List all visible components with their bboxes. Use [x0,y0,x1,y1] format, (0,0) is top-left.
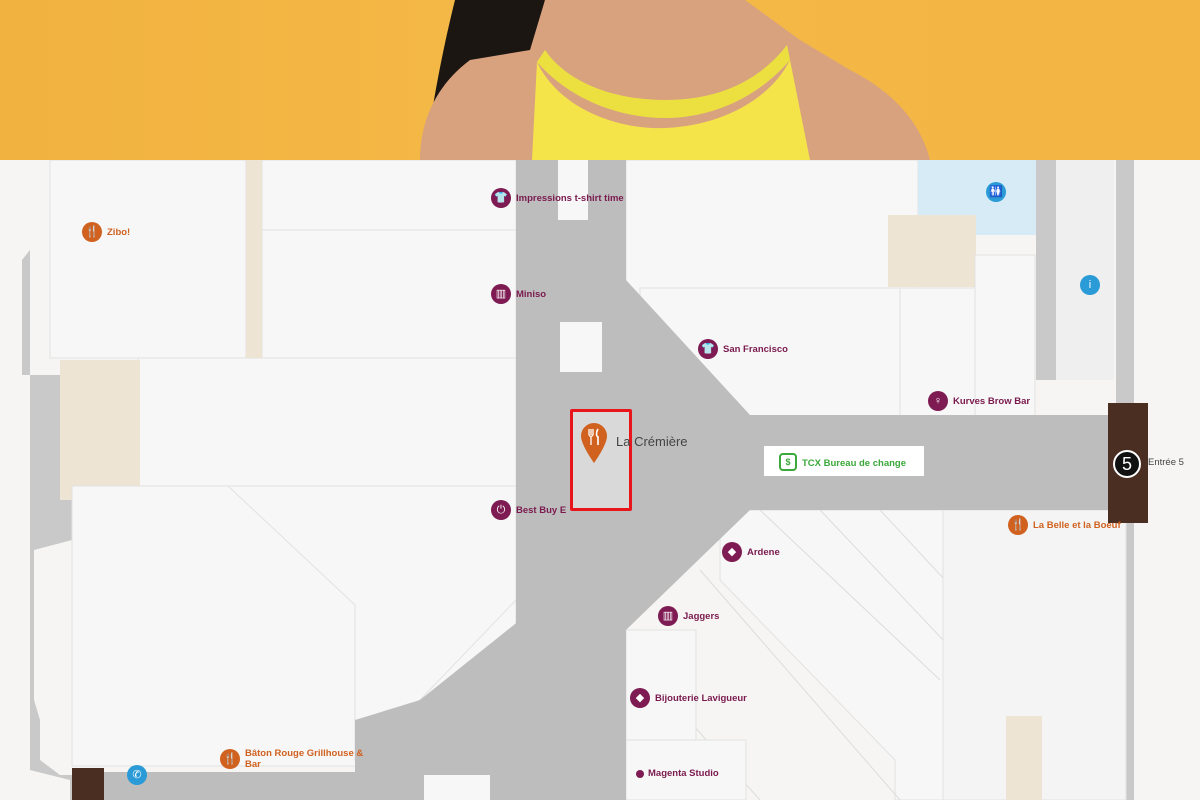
info-icon[interactable]: i [1080,275,1100,295]
store-label[interactable]: TCX Bureau de change [802,458,906,469]
store-label[interactable]: Bijouterie Lavigueur [655,693,747,704]
mall-map[interactable]: 🚻 i ✆ 👕 Impressions t-shirt time 🍴 Zibo!… [0,160,1200,800]
entrance-marker[interactable]: 5 [1113,450,1141,478]
fork-knife-icon[interactable]: 🍴 [82,222,102,242]
diamond-icon[interactable]: ◆ [630,688,650,708]
store-label[interactable]: Magenta Studio [648,768,719,779]
fork-knife-icon[interactable]: 🍴 [1008,515,1028,535]
phone-icon[interactable]: ✆ [127,765,147,785]
store-label[interactable]: La Belle et la Boeuf [1033,520,1121,531]
dollar-icon[interactable]: $ [779,453,797,471]
store-label[interactable]: Zibo! [107,227,130,238]
book-icon[interactable]: ▥ [658,606,678,626]
store-label[interactable]: San Francisco [723,344,788,355]
beauty-icon[interactable]: ♀ [928,391,948,411]
store-label[interactable]: Jaggers [683,611,719,622]
banner-photo [420,0,930,160]
restroom-icon[interactable]: 🚻 [986,182,1006,202]
diamond-icon[interactable]: ◆ [722,542,742,562]
fork-knife-icon[interactable]: 🍴 [220,749,240,769]
fork-knife-icon[interactable] [581,423,607,463]
store-label[interactable]: Best Buy E [516,505,566,516]
entrance-label: Entrée 5 [1148,457,1184,468]
store-label[interactable]: Bâton Rouge Grillhouse & Bar [245,748,375,770]
promo-banner [0,0,1200,160]
dot-icon[interactable] [636,770,644,778]
selected-store-name: La Crémière [616,434,688,449]
plug-icon[interactable]: ⏻ [491,500,511,520]
store-label[interactable]: Kurves Brow Bar [953,396,1030,407]
book-icon[interactable]: ▥ [491,284,511,304]
store-label[interactable]: Ardene [747,547,780,558]
store-label[interactable]: Miniso [516,289,546,300]
tshirt-icon[interactable]: 👕 [491,188,511,208]
tshirt-icon[interactable]: 👕 [698,339,718,359]
store-label[interactable]: Impressions t-shirt time [516,193,624,204]
